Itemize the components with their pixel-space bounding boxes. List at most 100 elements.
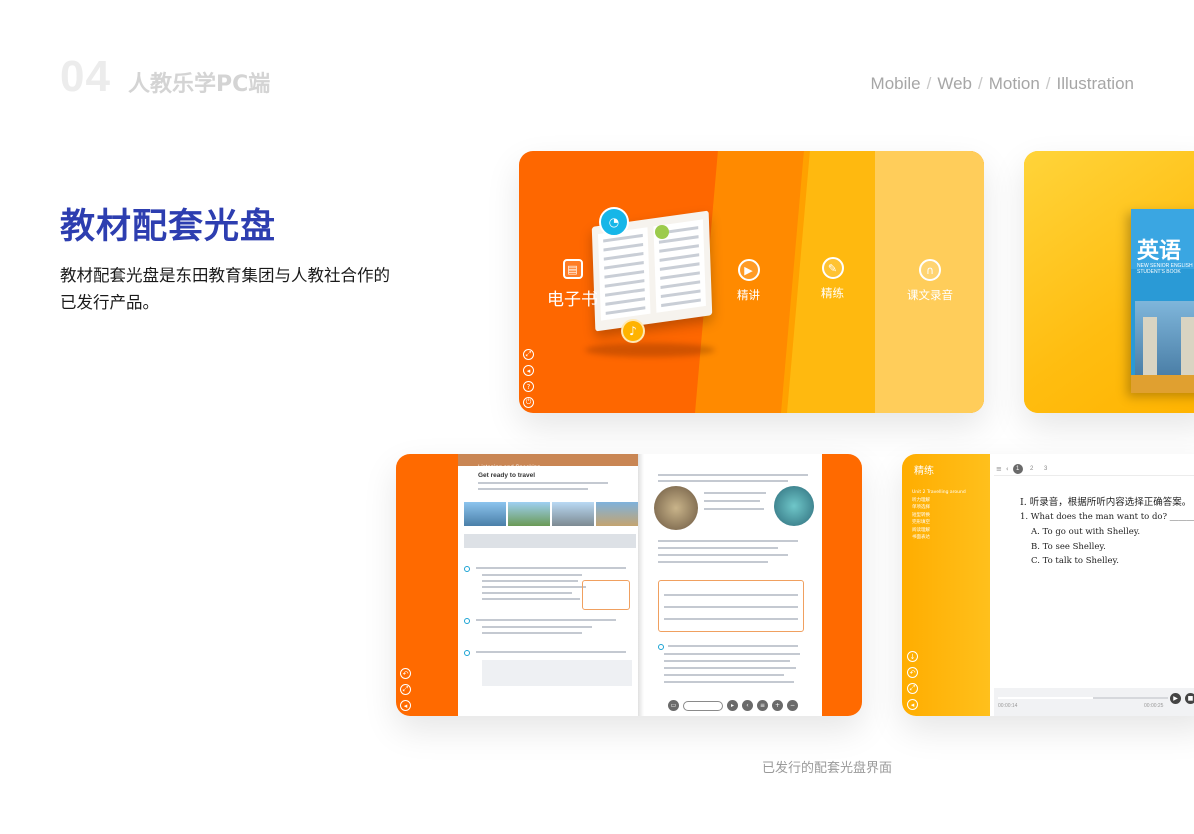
fullscreen-icon[interactable]: ⤢ — [523, 349, 534, 360]
section-number: 04 — [60, 52, 111, 101]
power-icon[interactable]: ⏻ — [523, 397, 534, 408]
textbook-spread: Listening and Speaking Get ready to trav… — [458, 454, 822, 716]
page-gutter — [638, 454, 644, 716]
audio-marker-icon[interactable] — [658, 644, 664, 650]
option-b[interactable]: B. To see Shelley. — [1031, 542, 1106, 552]
sidebar-item[interactable]: 单项选择 — [912, 504, 966, 512]
sidebar-item[interactable]: 书面表达 — [912, 534, 966, 542]
book-icon[interactable]: ▭ — [668, 700, 679, 711]
audio-marker-icon[interactable] — [464, 618, 470, 624]
page-1[interactable]: 1 — [1012, 463, 1023, 474]
headphones-icon: ∩ — [919, 259, 941, 281]
sidebar-item[interactable]: 完形填空 — [912, 519, 966, 527]
tower-shape — [1181, 317, 1194, 375]
photo — [552, 502, 594, 526]
page-nav: ≡ ‹ 1 2 3 — [994, 462, 1194, 476]
download-icon[interactable]: ↓ — [907, 651, 918, 662]
audio-current-time: 00:00:14 — [998, 703, 1018, 709]
back-icon[interactable]: ↶ — [907, 667, 918, 678]
audio-progress-fill — [998, 697, 1094, 699]
audio-player: 00:00:14 00:00:25 ▶ ■ — [994, 688, 1194, 716]
page-2[interactable]: 2 — [1027, 464, 1037, 474]
textbook-cover: 英语 NEW SENIOR ENGLISH STUDENT'S BOOK — [1131, 209, 1194, 393]
volume-icon[interactable]: ◂ — [907, 699, 918, 710]
option-c[interactable]: C. To talk to Shelley. — [1031, 556, 1119, 566]
cover-subtitle-2: STUDENT'S BOOK — [1137, 269, 1181, 275]
exercise-sidebar: 精练 Unit 2 Travelling around 听力理解 单项选择 短型… — [902, 454, 990, 716]
book-icon: ▤ — [562, 259, 583, 279]
exercise-side-tools: ↓ ↶ ⤢ ◂ — [907, 651, 918, 710]
play-icon[interactable]: ▶ — [1170, 693, 1181, 704]
photo-strip — [464, 502, 638, 526]
zoom-out-icon[interactable]: − — [787, 700, 798, 711]
book-shadow — [585, 343, 715, 357]
category-nav: Mobile / Web / Motion / Illustration — [871, 74, 1134, 94]
tower-shape — [1143, 317, 1157, 375]
page-3[interactable]: 3 — [1041, 464, 1051, 474]
menu-screen-card: ◔ ♪ ▤ 电子书 ▶ 精讲 ✎ 精练 ∩ 课文录音 ⤢ ◂ ? ⏻ — [519, 151, 984, 413]
cover-title: 英语 — [1137, 238, 1182, 264]
back-icon[interactable]: ↶ — [400, 668, 411, 679]
cover-screen-card: 英语 NEW SENIOR ENGLISH STUDENT'S BOOK — [1024, 151, 1194, 413]
menu-ebook-label: 电子书 — [547, 290, 598, 310]
menu-jinglian[interactable]: ✎ 精练 — [821, 257, 844, 301]
stop-icon[interactable]: ■ — [1185, 693, 1194, 704]
help-icon[interactable]: ? — [523, 381, 534, 392]
prev-icon[interactable]: ‹ — [742, 700, 753, 711]
cover-base — [1131, 375, 1194, 393]
audio-progress-track[interactable] — [998, 697, 1168, 699]
sidebar-item[interactable]: 短型转换 — [912, 512, 966, 520]
photo — [508, 502, 550, 526]
section-header: Listening and Speaking — [458, 454, 638, 471]
fullscreen-icon[interactable]: ⤢ — [400, 684, 411, 695]
page-input[interactable] — [683, 700, 723, 711]
fullscreen-icon[interactable]: ⤢ — [907, 683, 918, 694]
chat-icon: ◔ — [599, 207, 629, 237]
photo — [596, 502, 638, 526]
exercise-question: 1. What does the man want to do? ______ — [1020, 512, 1194, 522]
menu-side-tools: ⤢ ◂ ? ⏻ — [523, 349, 534, 408]
category-separator: / — [926, 74, 932, 93]
page-heading: 教材配套光盘 — [60, 207, 277, 247]
microphone-icon: ♪ — [621, 319, 645, 343]
menu-icon[interactable]: ≡ — [757, 700, 768, 711]
dot-icon — [655, 225, 669, 239]
left-page-title: Get ready to travel — [478, 472, 536, 479]
category-mobile[interactable]: Mobile — [871, 74, 921, 93]
sidebar-title: 精练 — [914, 466, 934, 477]
category-illustration[interactable]: Illustration — [1057, 74, 1134, 93]
menu-ebook[interactable]: ▤ 电子书 — [547, 259, 598, 310]
volume-icon[interactable]: ◂ — [523, 365, 534, 376]
castle-photo — [654, 486, 698, 530]
audio-total-time: 00:00:25 — [1144, 703, 1164, 709]
category-motion[interactable]: Motion — [989, 74, 1040, 93]
menu-icon[interactable]: ≡ — [996, 465, 1002, 473]
menu-jinglian-label: 精练 — [821, 286, 844, 300]
volume-icon[interactable]: ◂ — [400, 700, 411, 711]
section-header-text: Listening and Speaking — [478, 465, 541, 471]
audio-marker-icon[interactable] — [464, 566, 470, 572]
sidebar-item[interactable]: Unit 2 Travelling around — [912, 489, 966, 497]
sidebar-item[interactable]: 听力理解 — [912, 497, 966, 505]
exercise-screen-card: 精练 Unit 2 Travelling around 听力理解 单项选择 短型… — [902, 454, 1194, 716]
audio-marker-icon[interactable] — [464, 650, 470, 656]
menu-jingjiang-label: 精讲 — [737, 288, 760, 302]
menu-kewen[interactable]: ∩ 课文录音 — [907, 259, 953, 303]
category-separator: / — [1045, 74, 1051, 93]
zoom-in-icon[interactable]: + — [772, 700, 783, 711]
sidebar-menu: Unit 2 Travelling around 听力理解 单项选择 短型转换 … — [912, 489, 966, 542]
play-icon: ▶ — [737, 259, 760, 281]
prev-icon[interactable]: ‹ — [1006, 465, 1009, 473]
sidebar-item[interactable]: 阅读理解 — [912, 527, 966, 535]
textbook-side-tools: ↶ ⤢ ◂ — [400, 668, 411, 711]
option-a[interactable]: A. To go out with Shelley. — [1031, 527, 1140, 537]
menu-kewen-label: 课文录音 — [907, 288, 953, 302]
textbook-toolbar: ▭ ▸ ‹ ≡ + − — [668, 700, 798, 711]
textbook-screen-card: Listening and Speaking Get ready to trav… — [396, 454, 862, 716]
section-title: 人教乐学PC端 — [128, 72, 271, 97]
next-icon[interactable]: ▸ — [727, 700, 738, 711]
category-web[interactable]: Web — [937, 74, 972, 93]
photo — [464, 502, 506, 526]
menu-jingjiang[interactable]: ▶ 精讲 — [737, 259, 760, 303]
image-caption: 已发行的配套光盘界面 — [762, 761, 893, 776]
